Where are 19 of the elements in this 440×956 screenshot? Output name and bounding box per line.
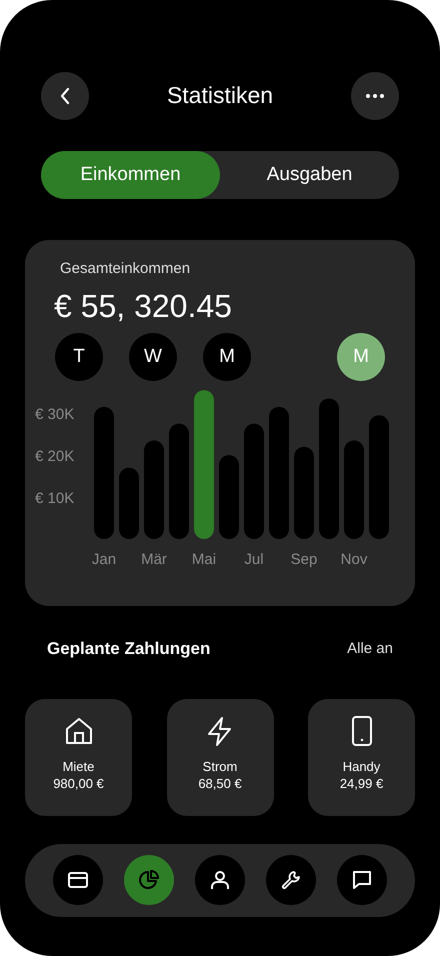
income-amount: € 55, 320.45 xyxy=(54,286,233,325)
payment-name: Miete xyxy=(62,758,94,774)
y-axis-label: € 30K xyxy=(35,406,74,424)
payment-name: Handy xyxy=(342,758,380,774)
payment-amount: 68,50 € xyxy=(198,776,242,792)
x-axis-label: Jan xyxy=(92,550,116,568)
x-axis-label: Sep xyxy=(290,550,318,568)
y-axis-label: € 20K xyxy=(35,448,74,465)
y-axis-label: € 10K xyxy=(35,490,74,507)
x-axis-label: Jul xyxy=(244,550,264,568)
income-label: Gesamteinkommen xyxy=(60,259,192,279)
section-title: Geplante Zahlungen xyxy=(47,639,210,660)
screen-title: Statistiken xyxy=(166,82,274,110)
payment-name: Strom xyxy=(202,758,238,774)
x-axis-label: Mai xyxy=(192,550,216,568)
x-axis-label: Mär xyxy=(141,550,167,568)
x-axis-label: Nov xyxy=(340,550,368,568)
payment-amount: 980,00 € xyxy=(53,776,104,792)
payment-amount: 24,99 € xyxy=(340,776,384,792)
